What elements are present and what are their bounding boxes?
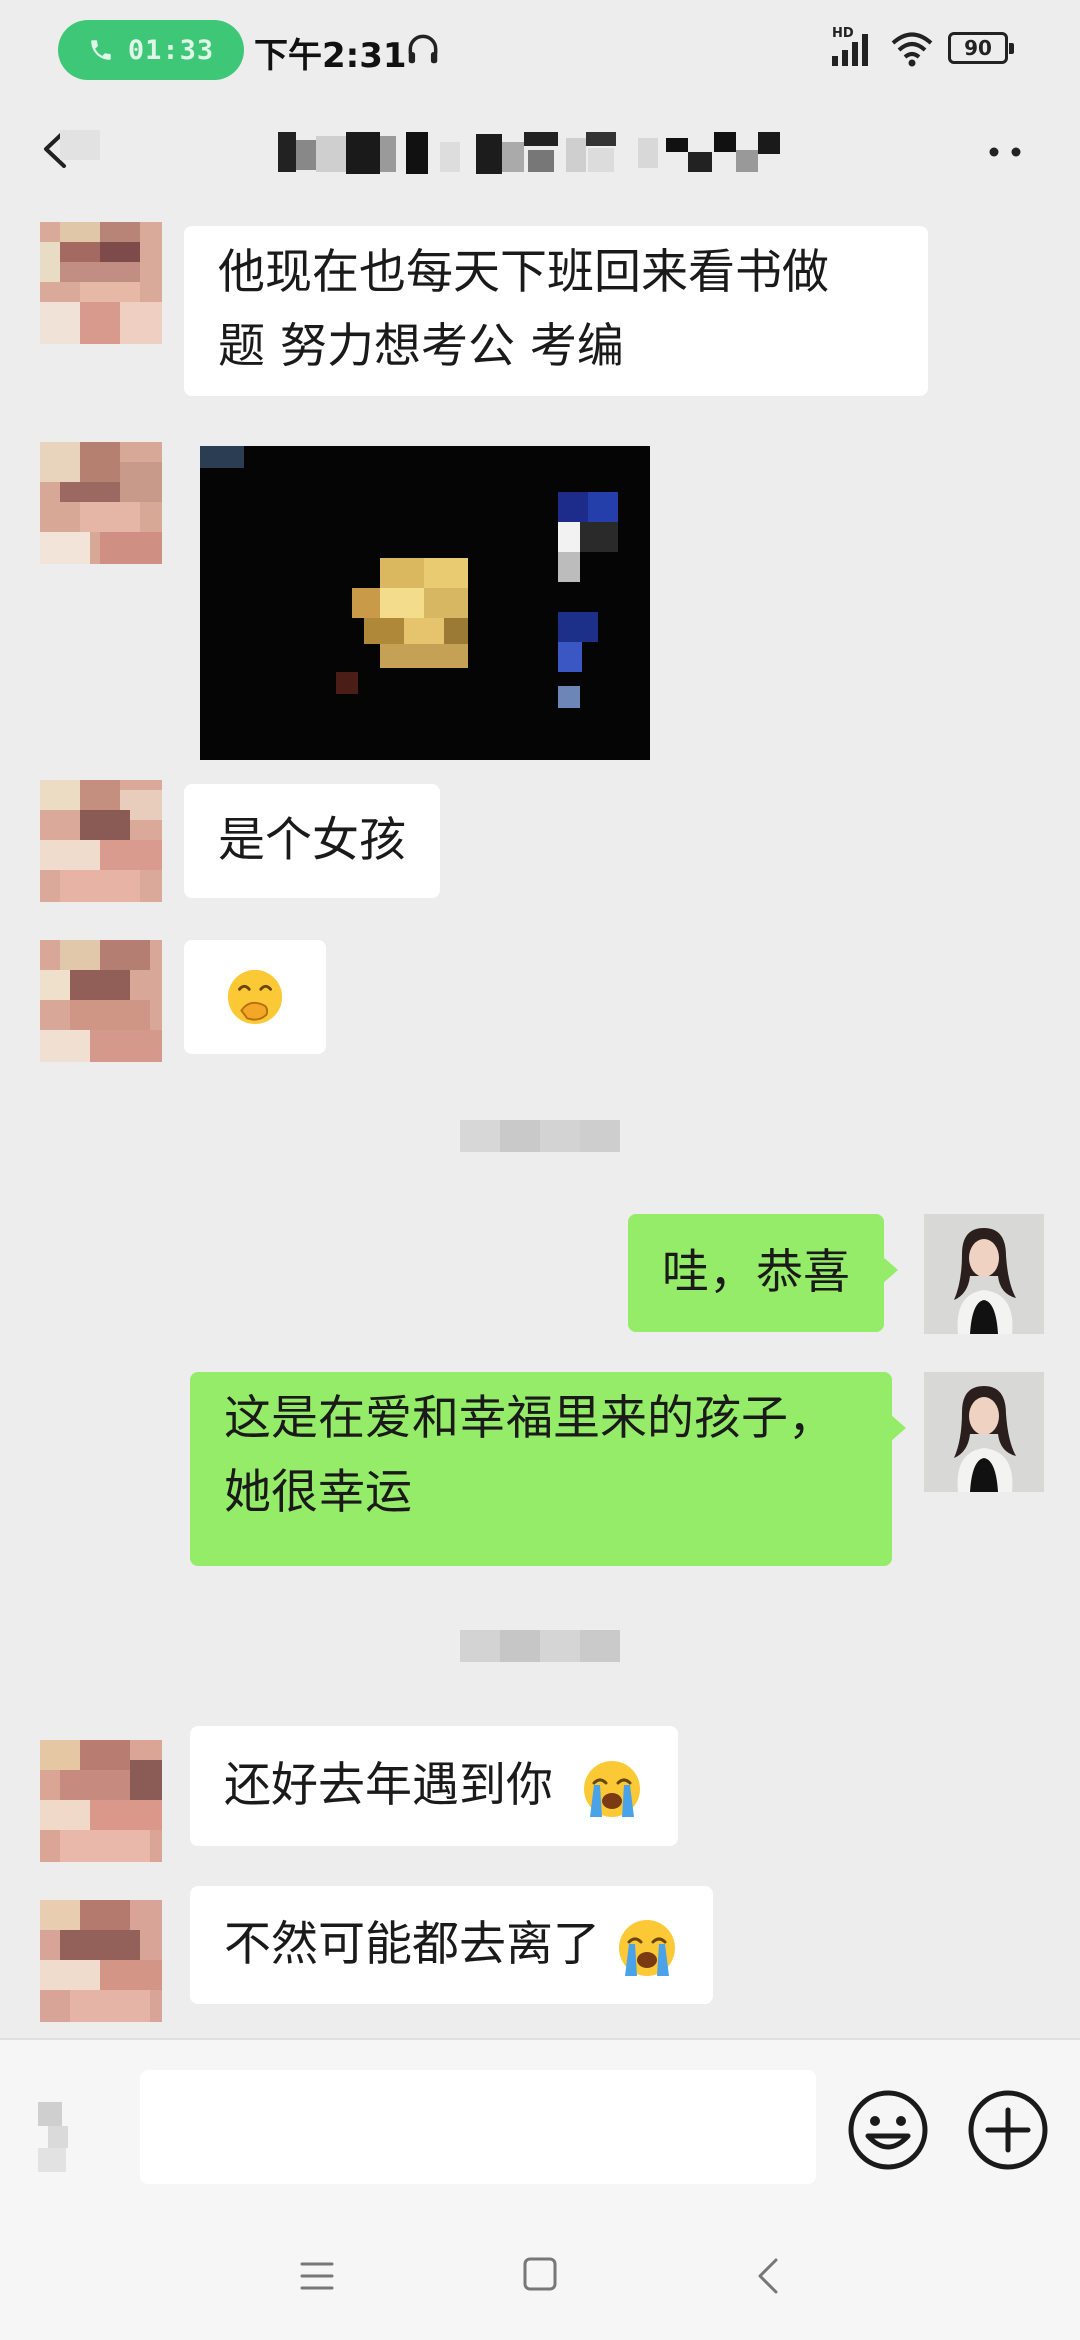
- contact-name-redacted: [270, 132, 830, 176]
- more-dots-icon[interactable]: [986, 146, 1026, 158]
- contact-avatar[interactable]: [40, 222, 162, 344]
- battery-level: 90: [964, 36, 992, 60]
- message-list[interactable]: 他现在也每天下班回来看书做 题 努力想考公 考编 是个女孩 哇，恭喜 这是在爱和…: [0, 210, 1080, 2038]
- face-with-hand-over-mouth-emoji: [227, 969, 283, 1025]
- message-input[interactable]: [140, 2070, 816, 2184]
- battery-indicator: 90: [948, 32, 1014, 64]
- phone-icon: [91, 40, 111, 60]
- loudly-crying-face-emoji: [583, 1760, 640, 1817]
- timestamp-redacted: [460, 1114, 620, 1158]
- my-avatar[interactable]: [924, 1214, 1044, 1334]
- incoming-message[interactable]: [184, 940, 326, 1054]
- incoming-message[interactable]: 不然可能都去离了: [190, 1886, 713, 2004]
- message-text-line: 他现在也每天下班回来看书做: [218, 245, 829, 300]
- home-icon[interactable]: [520, 2254, 560, 2294]
- system-navigation-bar: [0, 2214, 1080, 2340]
- clock-time: 下午2:31: [254, 36, 407, 76]
- status-bar: 01:33 下午2:31 HD 90: [0, 0, 1080, 100]
- my-avatar[interactable]: [924, 1372, 1044, 1492]
- headphone-icon: [408, 34, 438, 64]
- message-input-bar: [0, 2038, 1080, 2214]
- loudly-crying-face-emoji: [618, 1919, 675, 1976]
- incoming-message[interactable]: 是个女孩: [184, 784, 440, 898]
- incoming-message[interactable]: 他现在也每天下班回来看书做 题 努力想考公 考编: [184, 226, 928, 396]
- call-duration: 01:33: [127, 34, 215, 66]
- chat-header: [0, 100, 1080, 210]
- profile-photo: [924, 1214, 1044, 1334]
- message-text-line: 这是在爱和幸福里来的孩子，: [224, 1391, 835, 1446]
- outgoing-message[interactable]: 哇，恭喜: [628, 1214, 898, 1332]
- voice-toggle-icon[interactable]: [38, 2102, 82, 2172]
- contact-avatar[interactable]: [40, 1900, 162, 2022]
- unread-count-redacted: [60, 130, 100, 160]
- message-text-line: 题 努力想考公 考编: [218, 319, 624, 374]
- message-text: 哇，恭喜: [662, 1245, 850, 1300]
- message-text: 不然可能都去离了: [224, 1917, 600, 1972]
- outgoing-message[interactable]: 这是在爱和幸福里来的孩子， 她很幸运: [190, 1372, 906, 1566]
- message-text-line: 她很幸运: [224, 1465, 412, 1520]
- wifi-icon: [891, 32, 933, 67]
- contact-avatar[interactable]: [40, 442, 162, 564]
- message-text: 是个女孩: [218, 813, 406, 868]
- incoming-message[interactable]: 还好去年遇到你: [190, 1726, 678, 1846]
- contact-avatar[interactable]: [40, 780, 162, 902]
- ongoing-call-pill[interactable]: 01:33: [58, 20, 244, 80]
- signal-icon: [832, 34, 868, 66]
- profile-photo: [924, 1372, 1044, 1492]
- system-back-icon[interactable]: [752, 2254, 784, 2298]
- message-text: 还好去年遇到你: [224, 1758, 553, 1813]
- recent-apps-icon[interactable]: [298, 2256, 336, 2296]
- contact-avatar[interactable]: [40, 1740, 162, 1862]
- contact-avatar[interactable]: [40, 940, 162, 1062]
- emoji-icon[interactable]: [846, 2088, 930, 2172]
- plus-icon[interactable]: [966, 2088, 1050, 2172]
- shared-image[interactable]: [200, 446, 650, 760]
- timestamp-redacted: [460, 1624, 620, 1668]
